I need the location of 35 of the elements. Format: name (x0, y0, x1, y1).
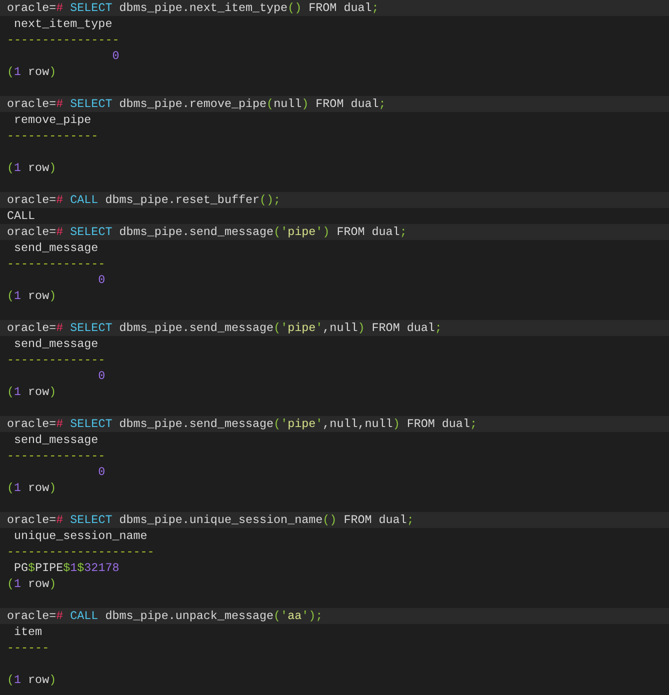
command-line: oracle=# SELECT dbms_pipe.next_item_type() FROM dual; (7, 1, 379, 15)
result-value: 0 (111, 49, 120, 63)
separator-dashes: -------------- (7, 257, 106, 271)
separator-dashes: -------------- (7, 353, 106, 367)
column-header: unique_session_name (13, 529, 148, 543)
command-line: oracle=# CALL dbms_pipe.reset_buffer(); (7, 193, 281, 207)
column-header: next_item_type (13, 17, 112, 31)
column-header: send_message (13, 433, 98, 447)
column-header: send_message (13, 337, 98, 351)
row-count: (1 row) (7, 673, 56, 687)
row-count: (1 row) (7, 481, 56, 495)
separator-dashes: --------------------- (7, 545, 154, 559)
command-line: oracle=# SELECT dbms_pipe.remove_pipe(null) FROM dual; (7, 97, 386, 111)
separator-dashes: ------ (7, 641, 50, 655)
column-header: send_message (13, 241, 98, 255)
call-output: CALL (7, 209, 36, 223)
result-value: PG$PIPE$1$32178 (13, 561, 120, 575)
separator-dashes: ---------------- (7, 33, 120, 47)
separator-dashes: -------------- (7, 449, 106, 463)
result-value: 0 (97, 369, 106, 383)
row-count: (1 row) (7, 577, 56, 591)
command-line: oracle=# CALL dbms_pipe.unpack_message('aa'); (7, 609, 323, 623)
row-count: (1 row) (7, 289, 56, 303)
result-value: 0 (97, 273, 106, 287)
result-value: 0 (97, 465, 106, 479)
separator-dashes: ------------- (7, 129, 98, 143)
column-header: remove_pipe (13, 113, 92, 127)
column-header: item (13, 625, 42, 639)
command-line: oracle=# SELECT dbms_pipe.unique_session_name() FROM dual; (7, 513, 414, 527)
command-line: oracle=# SELECT dbms_pipe.send_message('pipe',null,null) FROM dual; (7, 417, 477, 431)
command-line: oracle=# SELECT dbms_pipe.send_message('pipe') FROM dual; (7, 225, 407, 239)
command-line: oracle=# SELECT dbms_pipe.send_message('pipe',null) FROM dual; (7, 321, 442, 335)
row-count: (1 row) (7, 65, 56, 79)
row-count: (1 row) (7, 385, 56, 399)
row-count: (1 row) (7, 161, 56, 175)
